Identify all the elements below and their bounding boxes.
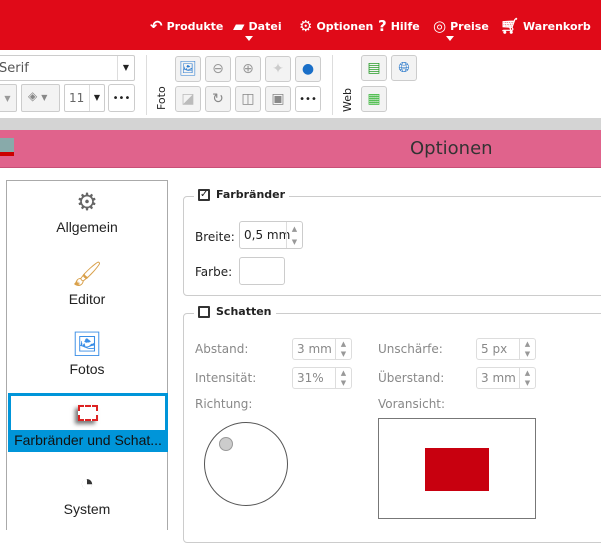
zoom-out-button[interactable]: ⊖	[205, 56, 231, 82]
breite-spinner[interactable]: 0,5 mm ▲ ▼	[239, 221, 303, 249]
arrow-down-icon[interactable]: ▼	[525, 350, 530, 358]
add-photo-button[interactable]: 🖼︎	[175, 56, 201, 82]
arrow-down-icon[interactable]: ▼	[525, 379, 530, 387]
chevron-down-icon	[446, 36, 454, 41]
arrow-down-icon[interactable]: ▼	[341, 350, 346, 358]
intensitaet-spinner[interactable]: 31% ▲ ▼	[292, 367, 352, 389]
more-button[interactable]: •••	[295, 86, 321, 112]
foto-group-label: Foto	[155, 86, 168, 110]
arrow-up-icon[interactable]: ▲	[525, 369, 530, 377]
grid-icon: ▦	[367, 91, 381, 107]
web-group-label: Web	[341, 88, 354, 112]
schatten-checkbox[interactable]	[198, 305, 210, 318]
rotate-icon: ↻	[212, 91, 224, 107]
gear-icon: ⚙	[76, 188, 98, 216]
frame-icon: ▣	[271, 91, 285, 107]
sidebar-item-farbraender[interactable]: Farbränder und Schat...	[8, 393, 168, 452]
coins-icon: ◎	[433, 17, 447, 35]
menu-optionen[interactable]: ⚙ Optionen	[299, 16, 373, 36]
sidebar-item-allgemein[interactable]: ⚙ Allgemein	[7, 185, 167, 236]
shadow-preview	[378, 418, 536, 519]
undo-arrow-icon: ↶	[150, 17, 163, 35]
sidebar-item-fotos[interactable]: 🖼︎ Fotos	[7, 327, 167, 378]
preview-rectangle	[425, 448, 489, 491]
zoom-out-icon: ⊖	[212, 61, 224, 77]
chevron-down-icon: ▼	[117, 56, 134, 80]
zoom-in-button[interactable]: ⊕	[235, 56, 261, 82]
divider	[146, 55, 147, 115]
globe-icon: 🌐︎	[398, 60, 410, 76]
frame-button[interactable]: ▣	[265, 86, 291, 112]
menu-warenkorb[interactable]: 🛒︎ Warenkorb	[500, 16, 591, 36]
effects-button[interactable]: ✦	[265, 56, 291, 82]
menu-produkte[interactable]: ↶ Produkte	[150, 16, 223, 36]
top-menu-bar: ↶ Produkte ▰ Datei ⚙ Optionen ? Hilfe ◎ Preis…	[0, 0, 601, 50]
gear-icon: ⚙	[299, 17, 313, 35]
sidebar-item-system[interactable]: ◔ System	[7, 467, 167, 517]
border-shadow-icon	[11, 396, 165, 430]
gauge-icon: ◔	[79, 470, 95, 497]
font-family-select[interactable]: Serif ▼	[0, 55, 135, 81]
divider	[0, 118, 601, 130]
split-button[interactable]: ◫	[235, 86, 261, 112]
sidebar-item-editor[interactable]: 🖌︎ Editor	[7, 257, 167, 308]
arrow-down-icon[interactable]: ▼	[341, 379, 346, 387]
fill-color-button[interactable]: ◈ ▼	[21, 84, 60, 112]
zoom-in-icon: ⊕	[242, 61, 254, 77]
more-button[interactable]: •••	[108, 84, 135, 112]
paint-bucket-icon: ◈	[28, 89, 38, 103]
sparkle-image-icon: ✦	[272, 61, 284, 77]
split-view-icon: ◫	[241, 91, 255, 107]
web-layout-icon: ▤	[367, 60, 381, 76]
dialog-title-bar: Optionen	[0, 130, 601, 168]
unschaerfe-spinner[interactable]: 5 px ▲ ▼	[476, 338, 536, 360]
sleep-button[interactable]: ●	[295, 56, 321, 82]
web-layout-button[interactable]: ▤	[361, 55, 387, 81]
ueberstand-spinner[interactable]: 3 mm ▲ ▼	[476, 367, 536, 389]
schatten-group: Schatten Abstand: 3 mm ▲ ▼ Unschärfe: 5 px…	[183, 305, 601, 543]
options-sidebar: ⚙ Allgemein 🖌︎ Editor 🖼︎ Fotos Farbränder u…	[6, 180, 168, 530]
divider	[332, 55, 333, 115]
add-grid-button[interactable]: ▦	[361, 86, 387, 112]
menu-preise[interactable]: ◎ Preise	[433, 16, 489, 36]
arrow-up-icon[interactable]: ▲	[341, 340, 346, 348]
add-image-icon: 🖼︎	[179, 61, 197, 77]
arrow-down-icon[interactable]: ▼	[292, 238, 297, 246]
question-icon: ?	[378, 17, 387, 35]
farbraender-group: ✓ Farbränder Breite: 0,5 mm ▲ ▼ Farbe:	[183, 188, 601, 296]
dropdown-button[interactable]: ▼	[0, 84, 17, 112]
arrow-up-icon[interactable]: ▲	[292, 225, 297, 233]
app-icon	[0, 138, 14, 156]
crop-button[interactable]: ◪	[175, 86, 201, 112]
chevron-down-icon	[245, 36, 253, 41]
direction-handle[interactable]	[219, 437, 233, 451]
menu-hilfe[interactable]: ? Hilfe	[378, 16, 420, 36]
font-size-select[interactable]: 11 ▼	[64, 84, 105, 112]
folder-icon: ▰	[233, 17, 245, 35]
dialog-title: Optionen	[410, 138, 493, 159]
direction-dial[interactable]	[204, 422, 288, 506]
image-icon: 🖼︎	[71, 330, 103, 358]
arrow-up-icon[interactable]: ▲	[341, 369, 346, 377]
chevron-down-icon: ▼	[89, 85, 104, 111]
menu-datei[interactable]: ▰ Datei	[233, 16, 282, 36]
paintbrush-icon: 🖌︎	[71, 260, 103, 288]
crop-icon: ◪	[181, 91, 195, 107]
cart-icon: 🛒︎	[500, 17, 520, 35]
arrow-up-icon[interactable]: ▲	[525, 340, 530, 348]
abstand-spinner[interactable]: 3 mm ▲ ▼	[292, 338, 352, 360]
farbraender-checkbox[interactable]: ✓	[198, 188, 210, 201]
sleep-globe-icon: ●	[301, 61, 315, 77]
farbe-color-picker[interactable]	[239, 257, 285, 285]
rotate-button[interactable]: ↻	[205, 86, 231, 112]
add-web-button[interactable]: 🌐︎	[391, 55, 417, 81]
